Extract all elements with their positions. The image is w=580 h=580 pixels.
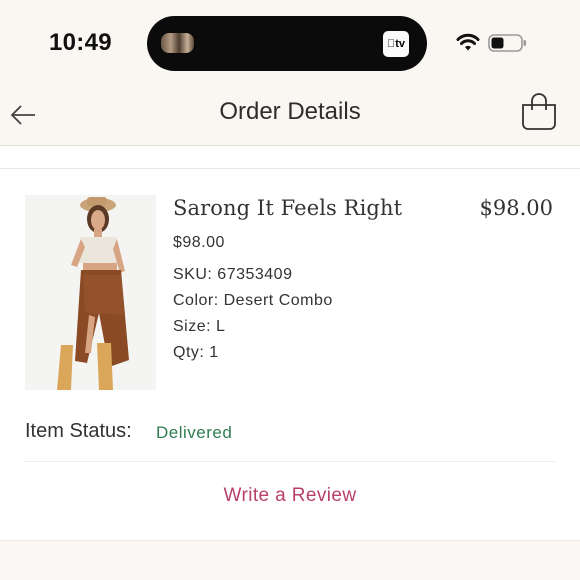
size-text: Size: L	[173, 318, 226, 335]
qty-text: Qty: 1	[173, 344, 219, 361]
apple-tv-icon: tv	[383, 31, 409, 57]
now-playing-artwork	[161, 33, 194, 53]
product-image[interactable]	[25, 195, 156, 390]
wifi-icon	[456, 33, 480, 51]
dynamic-island[interactable]: tv	[147, 16, 427, 71]
unit-price: $98.00	[173, 234, 225, 251]
status-time: 10:49	[49, 29, 112, 56]
item-status-value: Delivered	[156, 423, 233, 442]
header: 10:49 tv Order Details	[0, 0, 580, 146]
page-title: Order Details	[219, 98, 361, 125]
color-text: Color: Desert Combo	[173, 292, 333, 309]
line-total-price: $98.00	[479, 196, 553, 220]
battery-icon	[488, 34, 526, 52]
write-review-button[interactable]: Write a Review	[0, 485, 580, 507]
divider	[25, 461, 555, 462]
section-separator	[0, 147, 580, 169]
sku-text: SKU: 67353409	[173, 266, 293, 283]
product-name[interactable]: Sarong It Feels Right	[173, 196, 402, 220]
item-status-label: Item Status:	[25, 420, 132, 442]
bottom-section	[0, 540, 580, 580]
shopping-bag-icon[interactable]	[519, 93, 559, 131]
